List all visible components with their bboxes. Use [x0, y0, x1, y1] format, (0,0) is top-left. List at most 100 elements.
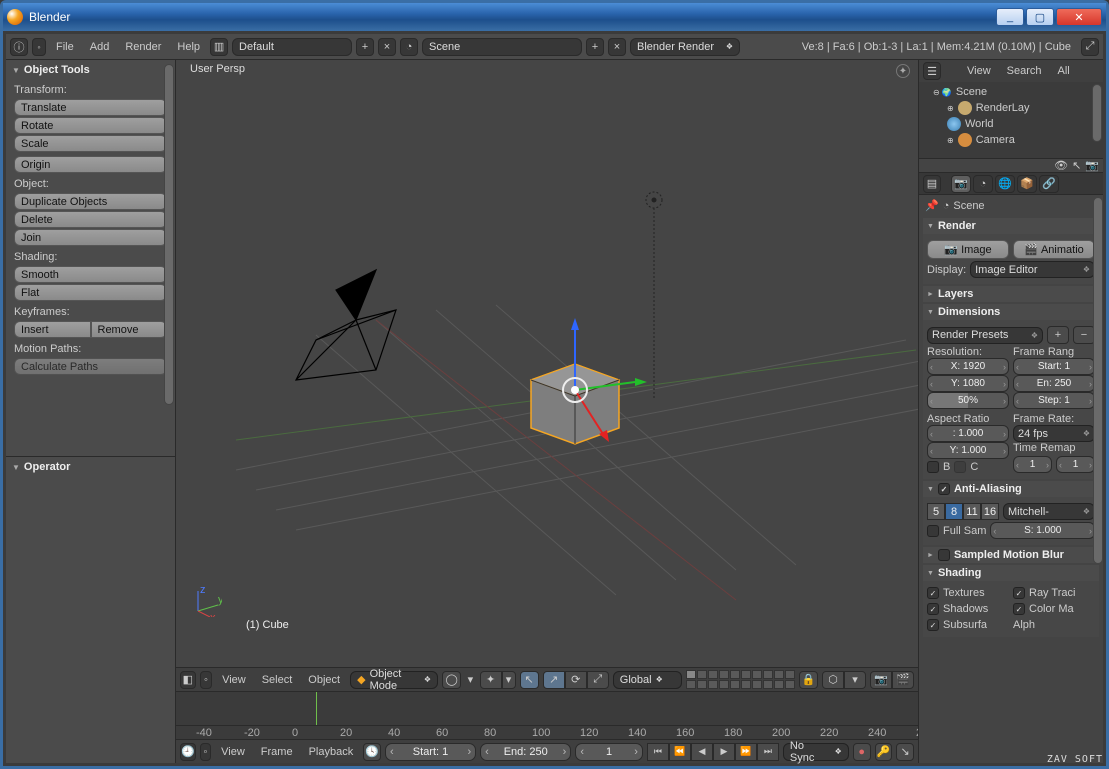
raytracing-checkbox[interactable] [1013, 587, 1025, 599]
frame-start-field[interactable]: Start: 1 [385, 743, 476, 761]
remap-new-field[interactable]: 1 [1056, 456, 1095, 473]
manip-translate-icon[interactable]: ↗ [543, 671, 565, 689]
antialias-checkbox[interactable] [938, 483, 950, 495]
playhead[interactable] [316, 692, 317, 725]
shading-panel-header[interactable]: Shading [923, 565, 1099, 581]
snap-type-icon[interactable]: ▾ [844, 671, 866, 689]
view3d-menu-select[interactable]: Select [256, 672, 299, 688]
res-x-field[interactable]: X: 1920 [927, 358, 1009, 375]
smooth-button[interactable]: Smooth [14, 266, 167, 283]
scene-tab-icon[interactable]: ◔ [973, 175, 993, 193]
manip-rotate-icon[interactable]: ⟳ [565, 671, 587, 689]
aa-size-field[interactable]: S: 1.000 [990, 522, 1095, 539]
frame-end-field[interactable]: End: 250 [480, 743, 571, 761]
pin-icon[interactable]: 📌 [925, 199, 939, 212]
collapse-menu-icon[interactable]: ◦ [200, 671, 212, 689]
outliner-tree[interactable]: ⊖ 🌍Scene ⊕RenderLay World ⊕Camera [919, 82, 1103, 158]
window-maximize-button[interactable]: ▢ [1026, 8, 1054, 26]
render-panel-header[interactable]: Render [923, 218, 1099, 234]
color-mgmt-checkbox[interactable] [1013, 603, 1025, 615]
frame-start-prop[interactable]: Start: 1 [1013, 358, 1095, 375]
render-anim-icon[interactable]: 🎬 [892, 671, 914, 689]
pivot-opts-icon[interactable]: ▾ [502, 671, 516, 689]
collapse-icon[interactable]: ◦ [32, 38, 46, 56]
layout-add-icon[interactable]: + [356, 38, 374, 56]
render-engine-dropdown[interactable]: Blender Render❖ [630, 38, 740, 56]
render-tab-icon[interactable]: 📷 [951, 175, 971, 193]
scene-del-icon[interactable]: × [608, 38, 626, 56]
outliner-item[interactable]: RenderLay [976, 102, 1030, 114]
keying-type-icon[interactable]: ↘ [896, 743, 914, 761]
operator-header[interactable]: Operator [6, 457, 175, 477]
calculate-paths-button[interactable]: Calculate Paths [14, 358, 167, 375]
dimensions-panel-header[interactable]: Dimensions [923, 304, 1099, 320]
render-presets-dropdown[interactable]: Render Presets [927, 327, 1043, 344]
shading-mode-icon[interactable]: ◯ [442, 671, 461, 689]
duplicate-button[interactable]: Duplicate Objects [14, 193, 167, 210]
aspect-x-field[interactable]: : 1.000 [927, 425, 1009, 442]
constraint-tab-icon[interactable]: 🔗 [1039, 175, 1059, 193]
jump-last-icon[interactable]: ⏭ [757, 743, 779, 761]
pivot-icon[interactable]: ✦ [480, 671, 502, 689]
menu-help[interactable]: Help [171, 39, 206, 55]
timeline-track[interactable] [176, 692, 918, 725]
editor-type-outliner-icon[interactable]: ☰ [923, 62, 941, 80]
antialias-panel-header[interactable]: Anti-Aliasing [923, 481, 1099, 497]
auto-keyframe-icon[interactable]: ● [853, 743, 871, 761]
outliner-menu-view[interactable]: View [961, 63, 997, 79]
preset-remove-icon[interactable]: − [1073, 326, 1095, 344]
screen-layout-icon[interactable]: ▥ [210, 38, 228, 56]
timeline-ruler[interactable]: -40-200204060801001201401601802002202402… [176, 725, 918, 739]
tl-collapse-icon[interactable]: ◦ [200, 743, 211, 761]
join-button[interactable]: Join [14, 229, 167, 246]
3d-viewport[interactable]: User Persp ✦ [176, 60, 918, 667]
manip-scale-icon[interactable]: ⤢ [587, 671, 609, 689]
full-sample-checkbox[interactable] [927, 525, 939, 537]
window-close-button[interactable]: ✕ [1056, 8, 1102, 26]
window-minimize-button[interactable]: _ [996, 8, 1024, 26]
properties-scrollbar[interactable] [1093, 197, 1103, 761]
scale-button[interactable]: Scale [14, 135, 167, 152]
rotate-button[interactable]: Rotate [14, 117, 167, 134]
keyframe-remove-button[interactable]: Remove [91, 321, 168, 338]
border-checkbox[interactable] [927, 461, 939, 473]
display-dropdown[interactable]: Image Editor [970, 261, 1095, 278]
scene-icon[interactable]: ◔ [400, 38, 418, 56]
editor-type-properties-icon[interactable]: ▤ [923, 175, 941, 193]
menu-file[interactable]: File [50, 39, 80, 55]
toolshelf-scrollbar[interactable] [164, 64, 174, 452]
sync-dropdown[interactable]: No Sync❖ [783, 743, 849, 761]
crop-checkbox[interactable] [954, 461, 966, 473]
keyframe-next-icon[interactable]: ⏩ [735, 743, 757, 761]
visibility-toggle-icon[interactable]: 👁 [1054, 159, 1068, 172]
aa-filter-dropdown[interactable]: Mitchell- [1003, 503, 1095, 520]
tl-menu-playback[interactable]: Playback [303, 744, 360, 760]
play-icon[interactable]: ▶ [713, 743, 735, 761]
textures-checkbox[interactable] [927, 587, 939, 599]
editor-type-timeline-icon[interactable]: 🕘 [180, 743, 196, 761]
outliner-item[interactable]: World [965, 118, 994, 130]
tl-menu-frame[interactable]: Frame [255, 744, 299, 760]
manipulator-toggle-icon[interactable]: ↖ [520, 671, 539, 689]
motion-blur-panel-header[interactable]: Sampled Motion Blur [923, 547, 1099, 563]
frame-end-prop[interactable]: En: 250 [1013, 375, 1095, 392]
keying-set-icon[interactable]: 🔑 [875, 743, 893, 761]
layout-del-icon[interactable]: × [378, 38, 396, 56]
frame-current-field[interactable]: 1 [575, 743, 643, 761]
menu-render[interactable]: Render [119, 39, 167, 55]
selectable-toggle-icon[interactable]: ↖ [1072, 159, 1081, 172]
layers-panel-header[interactable]: Layers [923, 286, 1099, 302]
editor-type-3dview-icon[interactable]: ◧ [180, 671, 196, 689]
render-preview-icon[interactable]: 📷 [870, 671, 892, 689]
object-tab-icon[interactable]: 📦 [1017, 175, 1037, 193]
snap-toggle-icon[interactable]: ⬡ [822, 671, 844, 689]
scene-dropdown[interactable]: Scene [422, 38, 582, 56]
translate-button[interactable]: Translate [14, 99, 167, 116]
outliner-item[interactable]: Camera [976, 134, 1015, 146]
outliner-filter-all[interactable]: All [1052, 63, 1076, 79]
layer-buttons[interactable] [686, 670, 795, 689]
outliner-item[interactable]: Scene [956, 86, 987, 98]
view3d-menu-view[interactable]: View [216, 672, 252, 688]
screen-layout-dropdown[interactable]: Default [232, 38, 352, 56]
outliner-scrollbar[interactable] [1092, 84, 1102, 142]
